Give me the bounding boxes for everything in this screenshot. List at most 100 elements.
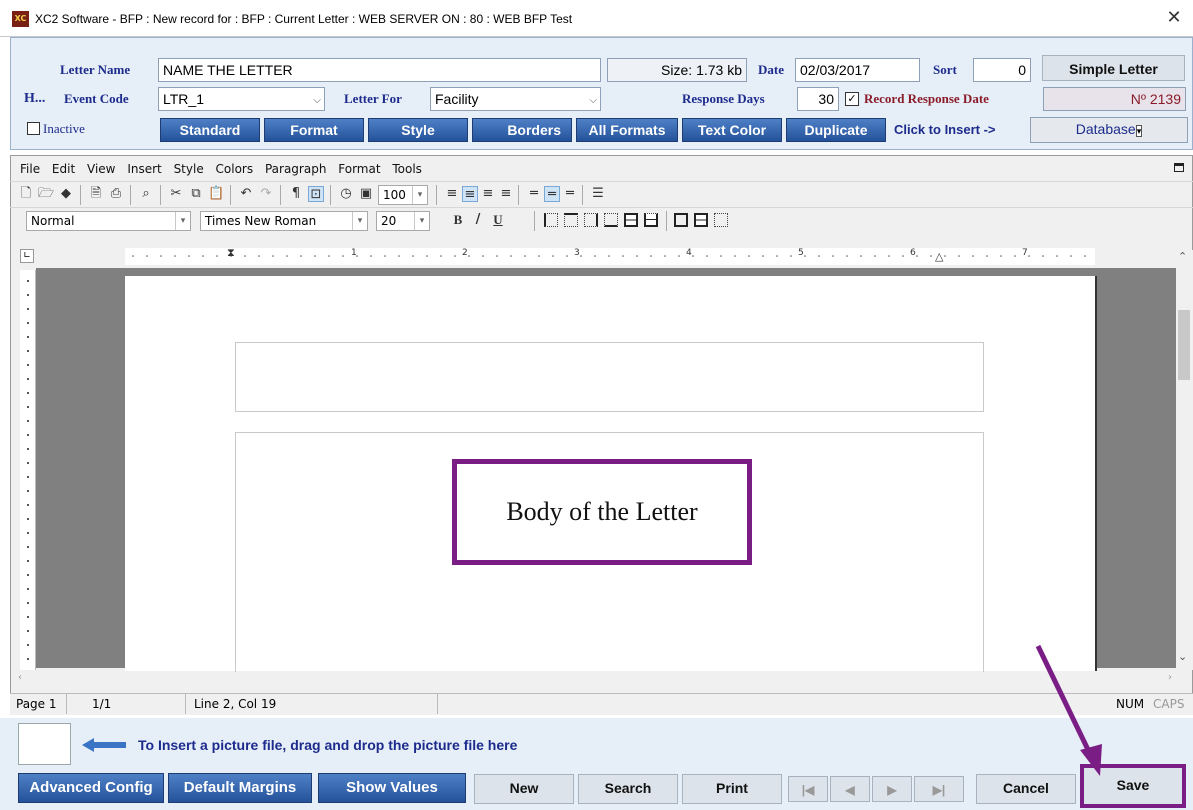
toolbar-separator [436,185,437,205]
zoom-select[interactable]: 100 ▾ [378,185,428,205]
body-text[interactable]: Body of the Letter [452,459,752,565]
advanced-config-button[interactable]: Advanced Config [18,773,164,803]
italic-button[interactable]: / [470,212,486,228]
ruler-tick [1070,255,1072,257]
bold-button[interactable]: B [450,212,466,228]
new-document-icon[interactable]: 🗋 [18,186,34,202]
tab-borders[interactable]: Borders [472,118,572,142]
toolbar-separator [534,211,535,231]
single-spacing-icon[interactable]: ═ [526,186,542,202]
sort-input[interactable]: 0 [973,58,1031,82]
scroll-left-icon[interactable]: ‹ [18,672,22,683]
scroll-thumb[interactable] [1178,310,1190,380]
calendar-icon[interactable]: ▣ [358,186,374,202]
align-right-icon[interactable]: ≡ [480,186,496,202]
scroll-up-icon[interactable]: ⌃ [1178,250,1187,263]
align-left-icon[interactable]: ≡ [444,186,460,202]
picture-drop-zone[interactable] [18,723,71,765]
default-margins-button[interactable]: Default Margins [168,773,312,803]
simple-letter-button[interactable]: Simple Letter [1042,55,1185,81]
indent-marker-icon[interactable]: ⧗ [227,246,235,260]
date-input[interactable]: 02/03/2017 [795,58,920,82]
pilcrow-icon[interactable]: ¶ [288,186,304,202]
open-folder-icon[interactable]: 🗁 [38,186,54,202]
border-middle-icon[interactable] [644,213,658,227]
h-button[interactable]: H... [24,89,45,109]
menu-style[interactable]: Style [174,158,204,180]
font-select[interactable]: Times New Roman ▾ [200,211,368,231]
previous-record-icon[interactable]: ◀ [830,776,870,802]
border-top-icon[interactable] [564,213,578,227]
border-inside-horizontal-icon[interactable] [624,213,638,227]
menu-colors[interactable]: Colors [216,158,254,180]
new-button[interactable]: New [474,774,574,804]
show-frames-icon[interactable]: ⊡ [308,186,324,202]
border-left-icon[interactable] [544,213,558,227]
search-button[interactable]: Search [578,774,678,804]
next-record-icon[interactable]: ▶ [872,776,912,802]
response-days-input[interactable]: 30 [797,87,839,111]
undo-icon[interactable]: ↶ [238,186,254,202]
clock-icon[interactable]: ◷ [338,186,354,202]
record-response-checkbox[interactable]: ✓ [845,92,859,106]
event-code-select[interactable]: LTR_1 ⌵ [158,87,325,111]
letter-name-input[interactable]: NAME THE LETTER [158,58,601,82]
close-icon[interactable]: ✕ [1163,7,1185,29]
border-right-icon[interactable] [584,213,598,227]
maximize-icon[interactable] [1174,163,1184,172]
tab-style[interactable]: Style [368,118,468,142]
copy-icon[interactable]: ⧉ [188,186,204,202]
menu-paragraph[interactable]: Paragraph [265,158,326,180]
tab-standard[interactable]: Standard [160,118,260,142]
vertical-scrollbar[interactable]: ⌃ ⌄ [1176,250,1193,670]
scroll-down-icon[interactable]: ⌄ [1178,650,1187,663]
print-button[interactable]: Print [682,774,782,804]
find-icon[interactable]: ⌕ [138,186,154,202]
border-outside-icon[interactable] [674,213,688,227]
menu-file[interactable]: File [20,158,40,180]
letter-for-select[interactable]: Facility ⌵ [430,87,601,111]
one-half-spacing-icon[interactable]: ═ [544,186,560,202]
horizontal-ruler[interactable]: 1 2 3 4 5 6 7 ⧗ △ [125,246,1095,265]
tab-duplicate[interactable]: Duplicate [786,118,886,142]
align-center-icon[interactable]: ≡ [462,186,478,202]
menu-insert[interactable]: Insert [127,158,161,180]
show-values-button[interactable]: Show Values [318,773,466,803]
menu-view[interactable]: View [87,158,115,180]
ruler-tick [510,255,512,257]
redo-icon[interactable]: ↷ [258,186,274,202]
tab-text-color[interactable]: Text Color [682,118,782,142]
menu-tools[interactable]: Tools [392,158,422,180]
cut-icon[interactable]: ✂ [168,186,184,202]
justify-icon[interactable]: ≡ [498,186,514,202]
menu-format[interactable]: Format [338,158,380,180]
tab-all-formats[interactable]: All Formats [576,118,678,142]
print-icon[interactable]: ⎙ [108,186,124,202]
border-all-icon[interactable] [694,213,708,227]
ruler-tick [1014,255,1016,257]
paste-icon[interactable]: 📋 [208,186,224,202]
scroll-right-icon[interactable]: › [1168,672,1172,683]
font-size-select[interactable]: 20 ▾ [376,211,430,231]
first-record-icon[interactable]: |◀ [788,776,828,802]
paragraph-style-select[interactable]: Normal ▾ [26,211,191,231]
insert-source-select[interactable]: Database▾ [1030,117,1188,143]
menu-edit[interactable]: Edit [52,158,75,180]
save-disk-icon[interactable]: ◆ [58,186,74,202]
horizontal-scrollbar[interactable]: ‹ › [14,672,1176,688]
tab-format[interactable]: Format [264,118,364,142]
right-indent-marker-icon[interactable]: △ [935,250,943,263]
underline-button[interactable]: U [490,212,506,228]
border-bottom-icon[interactable] [604,213,618,227]
tab-type-icon[interactable]: ∟ [20,249,34,263]
last-record-icon[interactable]: ▶| [914,776,964,802]
inactive-checkbox[interactable] [27,122,40,135]
paragraph-style-value: Normal [31,214,75,228]
header-frame[interactable] [235,342,984,412]
print-preview-icon[interactable]: 🗎 [88,186,104,202]
double-spacing-icon[interactable]: ═ [562,186,578,202]
bullet-list-icon[interactable]: ☰ [590,186,606,202]
border-none-icon[interactable] [714,213,728,227]
toolbar-separator [280,185,281,205]
response-days-label: Response Days [682,91,765,106]
